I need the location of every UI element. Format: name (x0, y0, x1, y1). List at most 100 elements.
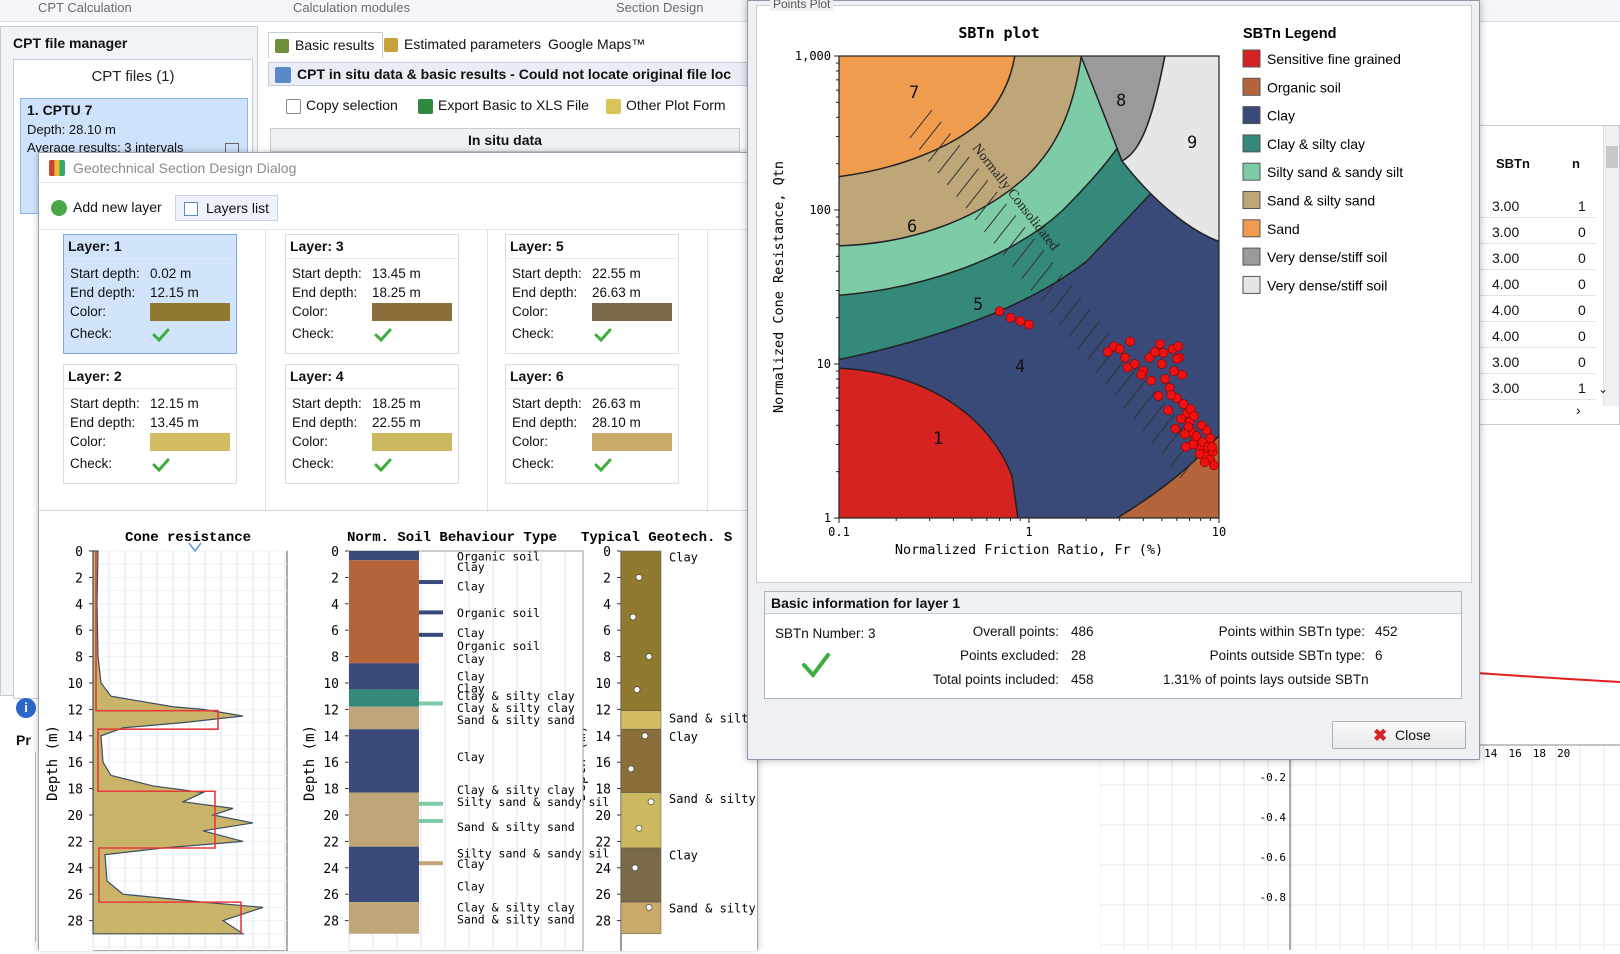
section-plots-canvas: Cone resistance Norm. Soil Behaviour Type… (45, 530, 792, 952)
depth-tick: 20 (595, 809, 611, 824)
table-row[interactable]: 3.00 0 (1476, 348, 1596, 374)
start-depth-value: 0.02 m (150, 266, 192, 281)
ribbon-section-design[interactable]: Section Design (616, 0, 703, 15)
y-tick-label: 10 (817, 357, 831, 371)
depth-axis-label: Depth (m) (45, 725, 61, 801)
tab-google-maps[interactable]: Google Maps™ (540, 32, 653, 58)
table-row[interactable]: 4.00 0 (1476, 270, 1596, 296)
layer-color-swatch[interactable] (372, 303, 452, 321)
data-point (1166, 390, 1177, 400)
points-outside-label: Points outside SBTn type: (1209, 648, 1365, 663)
ribbon-calculation-modules[interactable]: Calculation modules (293, 0, 410, 15)
depth-tick: 28 (595, 915, 611, 930)
data-point (1194, 449, 1205, 459)
data-point (1125, 336, 1135, 347)
chevron-right-icon[interactable]: › (1576, 402, 1581, 418)
check-label: Check: (70, 456, 113, 471)
layer-card-2[interactable]: Layer: 2 Start depth: 12.15 m End depth: 13.… (63, 364, 237, 484)
close-button[interactable]: ✖ Close (1332, 721, 1466, 749)
layer-color-swatch[interactable] (150, 433, 230, 451)
cell-sbtn: 3.00 (1492, 354, 1520, 370)
table-row[interactable]: 3.00 1 (1476, 374, 1596, 400)
x-tick-label: 0.1 (828, 525, 850, 539)
cell-n: 0 (1578, 276, 1586, 292)
layer-title: Layer: 4 (290, 368, 344, 384)
basic-info-title: Basic information for layer 1 (765, 592, 1461, 614)
soil-grain (645, 653, 653, 660)
cell-sbtn: 3.00 (1492, 198, 1520, 214)
color-label: Color: (512, 304, 549, 319)
end-depth-label: End depth: (292, 415, 358, 430)
col-header-n[interactable]: n (1572, 156, 1580, 171)
data-point (1170, 423, 1181, 434)
cell-sbtn: 4.00 (1492, 276, 1520, 292)
layer-card-5[interactable]: Layer: 5 Start depth: 22.55 m End depth: 26.… (505, 234, 679, 354)
x-tick-label: 10 (1212, 525, 1226, 539)
sbt-segment (349, 792, 419, 847)
layer-color-swatch[interactable] (372, 433, 452, 451)
sbt-spike (419, 632, 443, 637)
chevron-down-icon[interactable]: ⌄ (1598, 382, 1608, 396)
depth-tick: 2 (603, 571, 611, 586)
end-depth-label: End depth: (70, 415, 136, 430)
overall-points-label: Overall points: (972, 624, 1059, 639)
data-point (1150, 346, 1160, 357)
other-plot-form-button[interactable]: Other Plot Form (604, 94, 726, 118)
depth-tick: 20 (67, 809, 83, 824)
info-icon[interactable]: i (16, 698, 36, 718)
copy-selection-button[interactable]: Copy selection (284, 94, 398, 118)
table-row[interactable]: 4.00 0 (1476, 322, 1596, 348)
table-row[interactable]: 3.00 0 (1476, 218, 1596, 244)
export-xls-button[interactable]: Export Basic to XLS File (416, 94, 589, 118)
data-toolbar: Copy selection Export Basic to XLS File … (268, 92, 748, 120)
cell-sbtn: 3.00 (1492, 380, 1520, 396)
section-plots: Cone resistance Norm. Soil Behaviour Type… (39, 513, 792, 952)
table-row[interactable]: 4.00 0 (1476, 296, 1596, 322)
depth-tick: 6 (331, 624, 339, 639)
dialog-titlebar[interactable]: Geotechnical Section Design Dialog (39, 153, 757, 183)
soil-grain (645, 904, 653, 911)
layer-card-6[interactable]: Layer: 6 Start depth: 26.63 m End depth: 28.… (505, 364, 679, 484)
layers-list-tab[interactable]: Layers list (175, 195, 279, 221)
depth-tick: 16 (323, 756, 339, 771)
legend-entry: Very dense/stiff soil (1267, 249, 1387, 265)
data-point (1114, 344, 1125, 354)
tab-basic-results[interactable]: Basic results (268, 32, 384, 58)
soil-grain (647, 798, 655, 806)
geotech-label: Sand & silty (669, 711, 756, 725)
ribbon-cpt-calculation[interactable]: CPT Calculation (38, 0, 132, 15)
sbt-segment (349, 706, 419, 730)
add-new-layer-button[interactable]: Add new layer (51, 199, 162, 216)
data-point (1171, 354, 1182, 364)
layer-card-4[interactable]: Layer: 4 Start depth: 18.25 m End depth: 22.… (285, 364, 459, 484)
geotech-label: Clay (669, 849, 698, 863)
data-point (1169, 366, 1179, 376)
sbt-spike (419, 580, 443, 585)
col-header-sbtn[interactable]: SBTn (1496, 156, 1530, 171)
layer-color-swatch[interactable] (150, 303, 230, 321)
legend-swatch (1242, 162, 1261, 181)
basic-info-panel: Basic information for layer 1 SBTn Numbe… (764, 591, 1462, 699)
sbt-label: Organic soil (457, 639, 540, 653)
sbt-label: Clay (457, 750, 485, 764)
color-label: Color: (292, 304, 329, 319)
data-title-text: CPT in situ data & basic results - Could… (297, 66, 732, 82)
cell-n: 0 (1578, 328, 1586, 344)
bottom-y-tick: -0.6 (1260, 851, 1287, 864)
layer-title: Layer: 2 (68, 368, 122, 384)
table-scrollbar[interactable] (1603, 126, 1619, 406)
table-row[interactable]: 3.00 0 (1476, 244, 1596, 270)
depth-tick: 8 (75, 651, 83, 666)
geotech-layer (620, 901, 662, 935)
layer-color-swatch[interactable] (592, 303, 672, 321)
table-row[interactable]: 3.00 1 (1476, 192, 1596, 218)
scrollbar-thumb[interactable] (1606, 146, 1618, 168)
layer-card-3[interactable]: Layer: 3 Start depth: 13.45 m End depth: 18.… (285, 234, 459, 354)
depth-axis-2: 0246810121416182022242628Depth (m) (302, 545, 350, 951)
tab-estimated-parameters[interactable]: Estimated parameters (378, 32, 549, 58)
depth-tick: 14 (67, 730, 83, 745)
layer-color-swatch[interactable] (592, 433, 672, 451)
layer-card-1[interactable]: Layer: 1 Start depth: 0.02 m End depth: 12.1… (63, 234, 237, 354)
data-point (1122, 362, 1133, 373)
start-depth-value: 18.25 m (372, 396, 421, 411)
